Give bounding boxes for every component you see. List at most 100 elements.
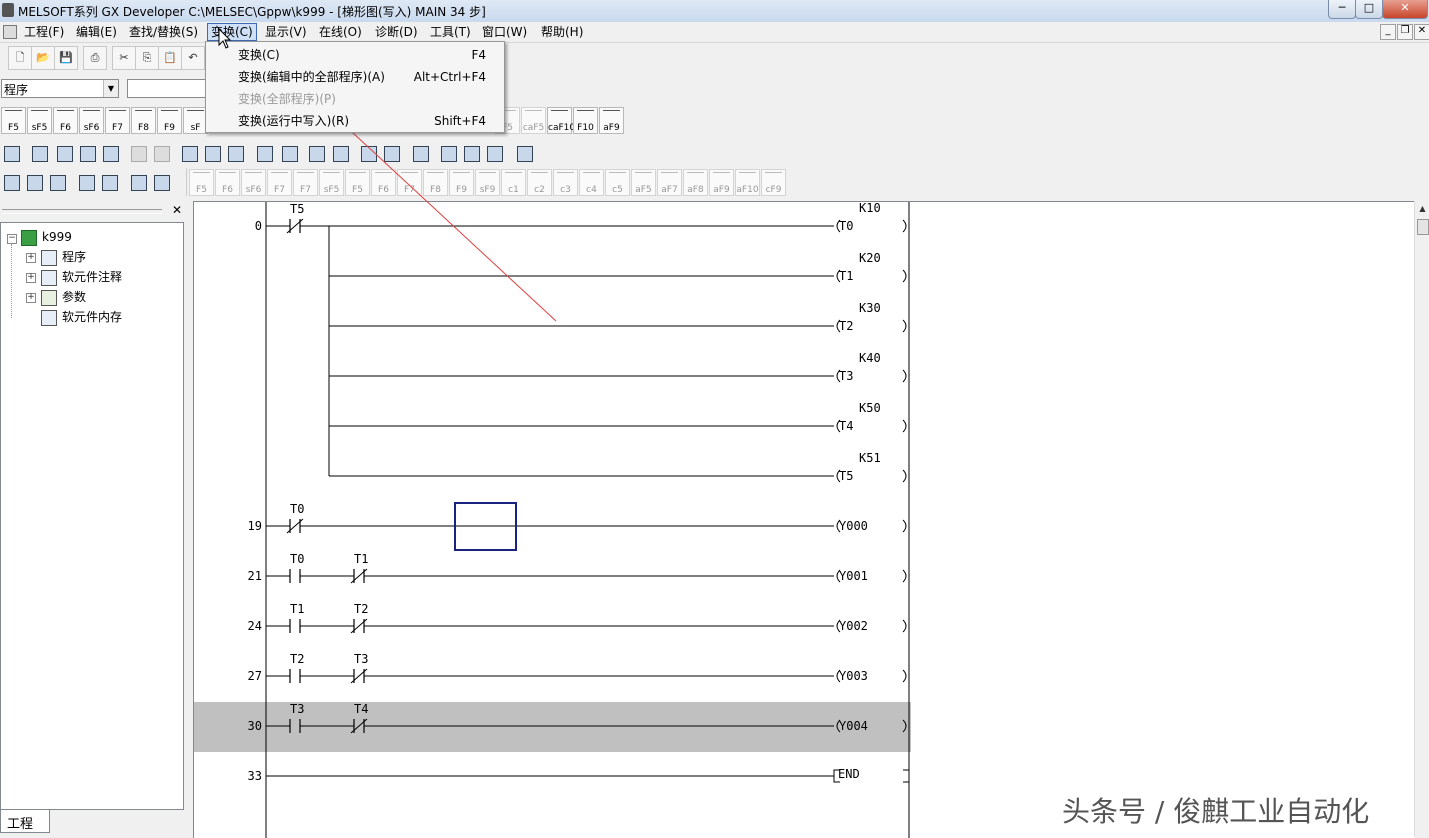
zoom-icon[interactable] xyxy=(278,142,300,164)
ladder-key-f10-button[interactable]: F10 xyxy=(573,107,598,134)
list-icon-icon[interactable] xyxy=(513,142,535,164)
tree-root-k999[interactable]: k999 xyxy=(42,229,72,245)
device-list-icon[interactable] xyxy=(0,142,22,164)
menu-item-5[interactable]: 在线(O) xyxy=(316,24,365,40)
ladder-key-af7-button[interactable]: aF7 xyxy=(657,169,682,196)
ladder-key-c5-button[interactable]: c5 xyxy=(605,169,630,196)
comment-edit-icon[interactable] xyxy=(178,142,200,164)
ladder-key-sf6-button[interactable]: sF6 xyxy=(79,107,104,134)
ladder-key-caf10-button[interactable]: caF10 xyxy=(547,107,575,134)
ladder-key-f9-button[interactable]: F9 xyxy=(449,169,474,196)
convert-menu-item-3[interactable]: 变换(运行中写入)(R) xyxy=(238,111,349,131)
ladder-key-f7-button[interactable]: F7 xyxy=(105,107,130,134)
ladder-key-c1-button[interactable]: c1 xyxy=(501,169,526,196)
ladder-key-f9-button[interactable]: F9 xyxy=(157,107,182,134)
cut-icon[interactable]: ✂ xyxy=(112,46,136,70)
ladder-editor[interactable]: 0 T5 T0 K10 T1 K20 T2 K30 T3 K40 T4 K50 T5 K51 19 T0 Y00… xyxy=(193,201,1415,838)
step-run-icon[interactable] xyxy=(437,142,459,164)
tree-item-parameter[interactable]: 参数 xyxy=(62,289,86,305)
close-icon[interactable]: ✕ xyxy=(172,203,182,217)
statement-edit-icon[interactable] xyxy=(201,142,223,164)
read-icon[interactable] xyxy=(0,171,22,193)
device-batch-icon[interactable] xyxy=(253,142,275,164)
data-type-combo[interactable]: 程序 ▼ xyxy=(1,79,119,98)
scroll-up-icon[interactable]: ▲ xyxy=(1415,201,1429,216)
ladder-diagram[interactable]: 0 T5 T0 K10 T1 K20 T2 K30 T3 K40 T4 K50 T5 K51 19 T0 Y00… xyxy=(194,202,1415,838)
scroll-thumb[interactable] xyxy=(1417,219,1429,235)
step-jump-icon[interactable] xyxy=(460,142,482,164)
doc-icon[interactable] xyxy=(3,25,17,39)
panel-grip[interactable] xyxy=(2,209,162,214)
menu-item-4[interactable]: 显示(V) xyxy=(262,24,310,40)
write-icon[interactable] xyxy=(23,171,45,193)
tab-project[interactable]: 工程 xyxy=(0,810,50,833)
ladder-key-f6-button[interactable]: F6 xyxy=(215,169,240,196)
copy-icon[interactable]: ⎘ xyxy=(135,46,159,70)
monitor-mode-icon[interactable] xyxy=(380,142,402,164)
save-icon[interactable]: 💾 xyxy=(54,46,78,70)
ladder-key-c4-button[interactable]: c4 xyxy=(579,169,604,196)
ladder-monitor-icon[interactable] xyxy=(28,142,50,164)
convert-menu-item-1[interactable]: 变换(编辑中的全部程序)(A) xyxy=(238,67,385,87)
print-icon[interactable]: ⎙ xyxy=(83,46,107,70)
ladder-key-f8-button[interactable]: F8 xyxy=(131,107,156,134)
expand-icon[interactable]: + xyxy=(26,253,36,263)
verify-icon[interactable] xyxy=(357,142,379,164)
ladder-key-f6-button[interactable]: F6 xyxy=(53,107,78,134)
ladder-key-af10-button[interactable]: aF10 xyxy=(735,169,760,196)
program-combo[interactable] xyxy=(127,79,209,98)
mdi-close-button[interactable]: ✕ xyxy=(1414,24,1429,40)
read-plc-icon[interactable] xyxy=(305,142,327,164)
replace-icon[interactable] xyxy=(99,142,121,164)
error-icon[interactable] xyxy=(46,171,68,193)
ladder-key-f7-button[interactable]: F7 xyxy=(267,169,292,196)
menu-item-8[interactable]: 窗口(W) xyxy=(479,24,530,40)
mdi-restore-button[interactable]: ❐ xyxy=(1397,24,1413,40)
comment-icon[interactable] xyxy=(53,142,75,164)
paste-icon[interactable]: 📋 xyxy=(158,46,182,70)
note-edit-icon[interactable] xyxy=(224,142,246,164)
menu-item-9[interactable]: 帮助(H) xyxy=(538,24,586,40)
convert-menu-item-0[interactable]: 变换(C) xyxy=(238,45,280,65)
expand-icon[interactable]: + xyxy=(26,273,36,283)
print-setup-icon[interactable] xyxy=(127,142,149,164)
menu-item-2[interactable]: 查找/替换(S) xyxy=(126,24,201,40)
ladder-key-af8-button[interactable]: aF8 xyxy=(683,169,708,196)
ladder-key-f8-button[interactable]: F8 xyxy=(423,169,448,196)
menu-item-0[interactable]: 工程(F) xyxy=(21,24,67,40)
ladder-key-cf9-button[interactable]: cF9 xyxy=(761,169,786,196)
tree-item-device-memory[interactable]: 软元件内存 xyxy=(62,309,122,325)
app-icon[interactable] xyxy=(2,3,14,17)
menu-item-7[interactable]: 工具(T) xyxy=(427,24,474,40)
ladder-key-f7-button[interactable]: F7 xyxy=(397,169,422,196)
open-folder-icon[interactable]: 📂 xyxy=(31,46,55,70)
new-file-icon[interactable]: 🗋 xyxy=(8,46,32,70)
ladder-key-f5-button[interactable]: F5 xyxy=(189,169,214,196)
expand-icon[interactable]: + xyxy=(26,293,36,303)
ladder-key-sf5-button[interactable]: sF5 xyxy=(27,107,52,134)
undo-icon[interactable]: ↶ xyxy=(181,46,205,70)
ladder-key-f5-button[interactable]: F5 xyxy=(345,169,370,196)
vertical-scrollbar[interactable]: ▲ xyxy=(1414,201,1429,837)
mdi-minimize-button[interactable]: _ xyxy=(1380,24,1396,40)
ladder-key-f6-button[interactable]: F6 xyxy=(371,169,396,196)
insert-icon[interactable] xyxy=(150,171,172,193)
collapse-icon[interactable]: − xyxy=(7,234,17,244)
maximize-button[interactable]: □ xyxy=(1355,0,1383,19)
ladder-key-af9-button[interactable]: aF9 xyxy=(599,107,624,134)
ladder-key-sf9-button[interactable]: sF9 xyxy=(475,169,500,196)
monitor-icon[interactable] xyxy=(98,171,120,193)
ladder-key-af9-button[interactable]: aF9 xyxy=(709,169,734,196)
ladder-key-c3-button[interactable]: c3 xyxy=(553,169,578,196)
close-button[interactable]: ✕ xyxy=(1382,0,1428,19)
tree-item-device-comment[interactable]: 软元件注释 xyxy=(62,269,122,285)
menu-item-6[interactable]: 诊断(D) xyxy=(372,24,421,40)
step-skip-icon[interactable] xyxy=(483,142,505,164)
tree-item-program[interactable]: 程序 xyxy=(62,249,86,265)
step-icon[interactable] xyxy=(75,171,97,193)
ladder-key-f7-button[interactable]: F7 xyxy=(293,169,318,196)
ladder-key-caf5-button[interactable]: caF5 xyxy=(521,107,546,134)
ladder-key-sf6-button[interactable]: sF6 xyxy=(241,169,266,196)
find-icon[interactable] xyxy=(76,142,98,164)
ladder-key-af5-button[interactable]: aF5 xyxy=(631,169,656,196)
